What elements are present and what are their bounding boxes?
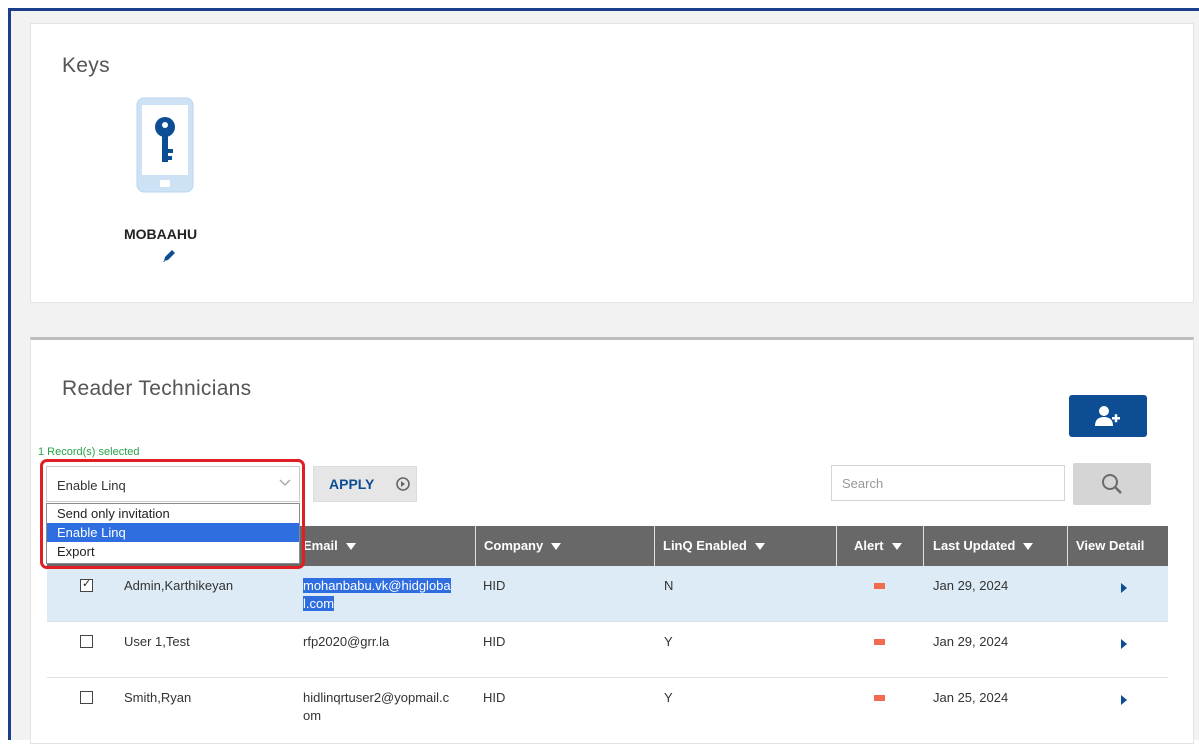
flag-icon[interactable] <box>874 583 885 589</box>
sort-down-icon <box>345 543 356 551</box>
window-border-left <box>8 8 11 740</box>
row-company: HID <box>483 578 506 593</box>
dropdown-option-send-invitation[interactable]: Send only invitation <box>47 504 299 523</box>
column-divider <box>923 526 924 566</box>
column-divider <box>475 526 476 566</box>
column-divider <box>836 526 837 566</box>
caret-right-icon[interactable] <box>1121 583 1127 593</box>
sort-down-icon <box>891 543 902 551</box>
row-linq-enabled: N <box>664 578 674 593</box>
column-header-alert[interactable]: Alert <box>854 526 924 566</box>
search-icon <box>1102 474 1122 494</box>
table-row[interactable]: User 1,Test rfp2020@grr.la HID Y Jan 29,… <box>47 622 1168 678</box>
checkmark-icon: ✓ <box>82 578 92 590</box>
chevron-down-icon <box>279 479 291 487</box>
row-checkbox[interactable]: ✓ <box>80 578 93 592</box>
dropdown-option-export[interactable]: Export <box>47 542 299 561</box>
row-name: Admin,Karthikeyan <box>124 578 234 593</box>
pencil-icon[interactable] <box>161 248 177 264</box>
search-button[interactable] <box>1073 463 1151 505</box>
column-header-last-updated-label: Last Updated <box>933 538 1016 553</box>
column-header-linq-enabled[interactable]: LinQ Enabled <box>663 526 833 566</box>
row-name: User 1,Test <box>124 634 190 649</box>
dropdown-option-enable-linq[interactable]: Enable Linq <box>47 523 299 542</box>
column-header-last-updated[interactable]: Last Updated <box>933 526 1063 566</box>
row-last-updated: Jan 29, 2024 <box>933 578 1009 593</box>
row-email-line: hidlinqrtuser2@yopmail.c <box>303 690 450 705</box>
column-header-email[interactable]: Email <box>303 526 473 566</box>
bulk-action-dropdown: Send only invitation Enable Linq Export <box>46 503 300 564</box>
row-email[interactable]: mohanbabu.vk@hidgloba l.com <box>303 577 451 613</box>
window-border-top <box>8 8 1199 11</box>
flag-icon[interactable] <box>874 695 885 701</box>
column-header-view-detail-label: View Detail <box>1076 538 1145 553</box>
column-header-email-label: Email <box>303 538 338 553</box>
keys-title: Keys <box>62 54 110 77</box>
apply-button-label: APPLY <box>329 476 375 492</box>
keys-panel <box>30 23 1194 303</box>
row-last-updated: Jan 29, 2024 <box>933 634 1009 649</box>
reader-technicians-title: Reader Technicians <box>62 377 252 400</box>
add-user-icon <box>1095 406 1120 426</box>
bulk-action-select-value: Enable Linq <box>57 478 126 493</box>
column-header-company[interactable]: Company <box>484 526 654 566</box>
flag-icon[interactable] <box>874 639 885 645</box>
column-header-company-label: Company <box>484 538 544 553</box>
row-checkbox[interactable] <box>80 635 93 648</box>
arrow-circle-right-icon <box>396 477 411 491</box>
search-input[interactable] <box>831 465 1065 501</box>
row-linq-enabled: Y <box>664 634 673 649</box>
row-email-line: l.com <box>303 596 335 611</box>
row-company: HID <box>483 634 506 649</box>
apply-button[interactable]: APPLY <box>313 466 417 502</box>
sort-down-icon <box>754 543 765 551</box>
table-row[interactable]: Smith,Ryan hidlinqrtuser2@yopmail.c om H… <box>47 678 1168 733</box>
caret-right-icon[interactable] <box>1121 695 1127 705</box>
sort-down-icon <box>551 543 562 551</box>
row-email-line: om <box>303 708 322 723</box>
row-last-updated: Jan 25, 2024 <box>933 690 1009 705</box>
row-name: Smith,Ryan <box>124 690 192 705</box>
row-email[interactable]: rfp2020@grr.la <box>303 634 389 649</box>
column-header-view-detail: View Detail <box>1076 526 1168 566</box>
row-email[interactable]: hidlinqrtuser2@yopmail.c om <box>303 689 449 725</box>
column-header-alert-label: Alert <box>854 538 884 553</box>
add-user-button[interactable] <box>1069 395 1147 437</box>
records-selected-count: 1 Record(s) selected <box>38 446 140 458</box>
table-row[interactable]: ✓ Admin,Karthikeyan mohanbabu.vk@hidglob… <box>47 566 1168 622</box>
row-email-line: mohanbabu.vk@hidgloba <box>303 578 451 593</box>
caret-right-icon[interactable] <box>1121 639 1127 649</box>
sort-down-icon <box>1023 543 1034 551</box>
bulk-action-select[interactable]: Enable Linq <box>46 466 300 502</box>
row-checkbox[interactable] <box>80 691 93 704</box>
row-linq-enabled: Y <box>664 690 673 705</box>
column-header-linq-enabled-label: LinQ Enabled <box>663 538 747 553</box>
key-phone-icon[interactable] <box>136 97 194 193</box>
row-company: HID <box>483 690 506 705</box>
key-name: MOBAAHU <box>124 226 198 242</box>
column-divider <box>1067 526 1068 566</box>
column-divider <box>654 526 655 566</box>
